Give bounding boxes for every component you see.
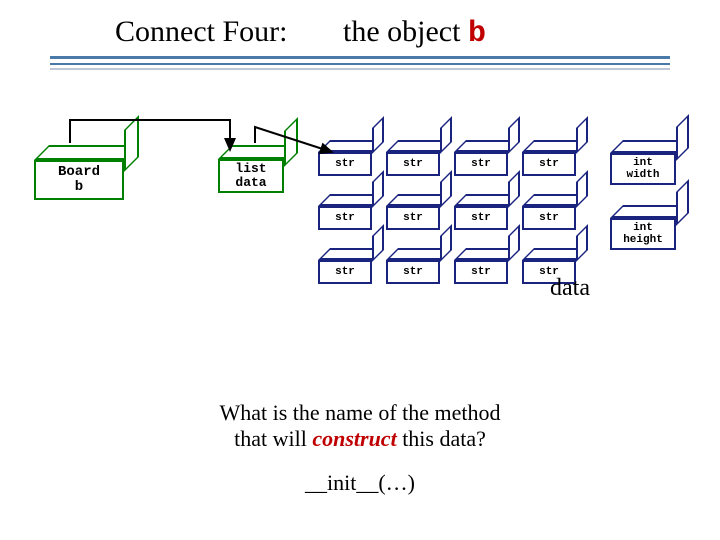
str-cell-label: str — [318, 260, 372, 284]
str-cell: str — [386, 140, 452, 176]
str-cell: str — [522, 194, 588, 230]
str-cell-label: str — [522, 206, 576, 230]
str-cell: str — [454, 140, 520, 176]
str-cell-label: str — [386, 260, 440, 284]
str-cell: str — [522, 140, 588, 176]
str-cell-label: str — [386, 152, 440, 176]
title-rule — [50, 63, 670, 65]
attribute-box-listdata: list data — [218, 145, 298, 193]
board-var: b — [75, 179, 83, 195]
str-cell-label: str — [318, 206, 372, 230]
str-cell: str — [318, 140, 384, 176]
str-cell: str — [386, 248, 452, 284]
str-cell-label: str — [318, 152, 372, 176]
slide-title: Connect Four: the object b — [115, 15, 486, 51]
str-cell: str — [318, 194, 384, 230]
str-cell: str — [318, 248, 384, 284]
attribute-box-int-height: intheight — [610, 205, 688, 250]
title-rule — [50, 56, 670, 59]
attribute-box-int-width: intwidth — [610, 140, 688, 185]
data-label: data — [550, 275, 590, 302]
str-cell: str — [454, 248, 520, 284]
str-cell: str — [386, 194, 452, 230]
str-cell-label: str — [454, 152, 508, 176]
title-rule — [50, 68, 670, 70]
str-cell-label: str — [522, 152, 576, 176]
str-cell-label: str — [386, 206, 440, 230]
title-code: b — [468, 17, 486, 51]
str-cell: str — [454, 194, 520, 230]
title-main: Connect Four: — [115, 15, 288, 48]
question-text: What is the name of the method that will… — [0, 400, 720, 452]
str-cell-label: str — [454, 260, 508, 284]
board-label: Board — [58, 164, 100, 180]
str-cell-label: str — [454, 206, 508, 230]
title-sub: the object — [343, 15, 460, 48]
answer-text: __init__(…) — [0, 470, 720, 496]
object-box-board: Board b — [34, 145, 134, 200]
